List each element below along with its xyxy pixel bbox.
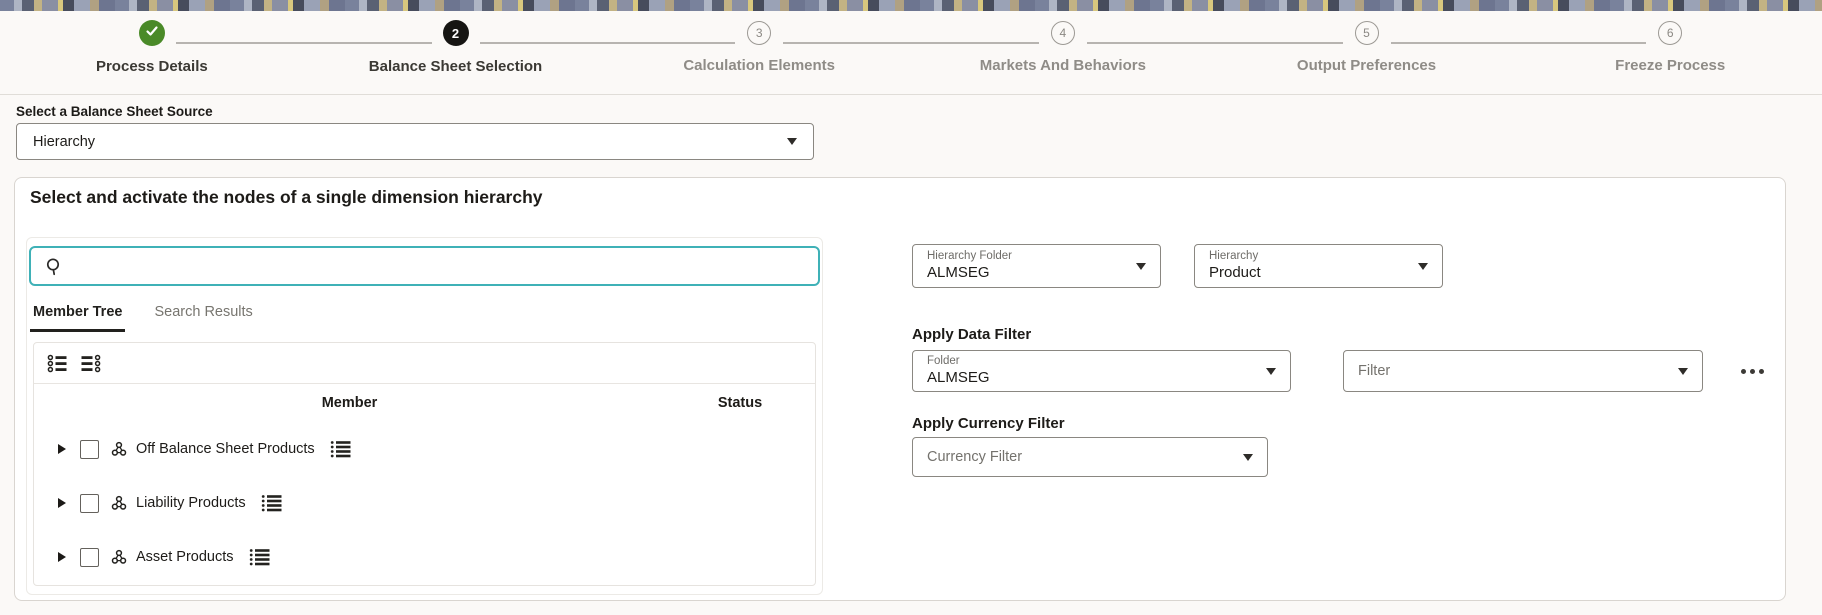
step-pending-circle: 5: [1355, 21, 1379, 45]
row-checkbox[interactable]: [80, 548, 99, 567]
top-banner-image: [0, 0, 1822, 11]
data-filter-folder-select[interactable]: Folder ALMSEG: [912, 350, 1291, 392]
currency-filter-placeholder: Currency Filter: [927, 449, 1022, 465]
step-balance-sheet-selection[interactable]: 2 Balance Sheet Selection: [304, 20, 608, 94]
wizard-stepper: Process Details 2 Balance Sheet Selectio…: [0, 11, 1822, 95]
step-process-details[interactable]: Process Details: [0, 20, 304, 94]
step-label: Process Details: [96, 58, 208, 75]
hierarchy-node-icon: [111, 495, 127, 511]
member-tabs: Member Tree Search Results: [30, 296, 282, 332]
tree-row-label: Off Balance Sheet Products: [136, 441, 315, 457]
step-active-circle: 2: [443, 20, 469, 46]
step-label: Output Preferences: [1297, 57, 1436, 74]
tree-row-label: Liability Products: [136, 495, 246, 511]
triangle-right-icon[interactable]: [58, 498, 66, 508]
step-output-preferences[interactable]: 5 Output Preferences: [1215, 20, 1519, 94]
hierarchy-folder-value: ALMSEG: [927, 264, 1012, 283]
list-bullets-right-icon[interactable]: [80, 353, 101, 374]
column-header-status: Status: [665, 395, 815, 411]
balance-sheet-source-label: Select a Balance Sheet Source: [16, 104, 213, 119]
data-filter-more-actions-button[interactable]: [1727, 356, 1777, 386]
apply-currency-filter-heading: Apply Currency Filter: [912, 415, 1065, 432]
hierarchy-node-icon: [111, 549, 127, 565]
tree-toolbar: [34, 343, 815, 383]
currency-filter-select[interactable]: Currency Filter: [912, 437, 1268, 477]
hierarchy-label: Hierarchy: [1209, 249, 1261, 263]
balance-sheet-source-value: Hierarchy: [33, 134, 95, 150]
step-label: Balance Sheet Selection: [369, 58, 542, 75]
row-checkbox[interactable]: [80, 440, 99, 459]
tree-row[interactable]: Off Balance Sheet Products: [34, 422, 815, 476]
step-number: 4: [1060, 26, 1067, 40]
hierarchy-folder-label: Hierarchy Folder: [927, 249, 1012, 263]
caret-down-icon: [1136, 263, 1146, 270]
hierarchy-select[interactable]: Hierarchy Product: [1194, 244, 1443, 288]
member-search-input[interactable]: [63, 248, 818, 284]
step-number: 3: [756, 26, 763, 40]
triangle-right-icon[interactable]: [58, 552, 66, 562]
member-selector-widget: Member Tree Search Results: [26, 237, 823, 595]
magnifier-icon: [44, 257, 63, 276]
step-label: Markets And Behaviors: [980, 57, 1146, 74]
tab-member-tree[interactable]: Member Tree: [30, 296, 125, 332]
step-completed-circle: [139, 20, 165, 46]
tree-row-label: Asset Products: [136, 549, 234, 565]
hierarchy-value: Product: [1209, 264, 1261, 283]
caret-down-icon: [1266, 368, 1276, 375]
step-label: Calculation Elements: [683, 57, 835, 74]
caret-down-icon: [1243, 454, 1253, 461]
step-pending-circle: 4: [1051, 21, 1075, 45]
list-menu-icon[interactable]: [261, 494, 283, 512]
list-bullets-left-icon[interactable]: [47, 353, 68, 374]
tree-row[interactable]: Liability Products: [34, 476, 815, 530]
row-checkbox[interactable]: [80, 494, 99, 513]
filter-placeholder: Filter: [1358, 363, 1390, 379]
step-markets-and-behaviors[interactable]: 4 Markets And Behaviors: [911, 20, 1215, 94]
list-menu-icon[interactable]: [249, 548, 271, 566]
list-menu-icon[interactable]: [330, 440, 352, 458]
ellipsis-icon: [1741, 369, 1764, 374]
step-calculation-elements[interactable]: 3 Calculation Elements: [607, 20, 911, 94]
step-label: Freeze Process: [1615, 57, 1725, 74]
caret-down-icon: [1418, 263, 1428, 270]
step-pending-circle: 3: [747, 21, 771, 45]
apply-data-filter-heading: Apply Data Filter: [912, 326, 1031, 343]
balance-sheet-selection-panel: Select and activate the nodes of a singl…: [14, 177, 1786, 601]
data-filter-select[interactable]: Filter: [1343, 350, 1703, 392]
member-search-box: [29, 246, 820, 286]
step-freeze-process[interactable]: 6 Freeze Process: [1518, 20, 1822, 94]
step-number: 2: [452, 26, 459, 41]
step-pending-circle: 6: [1658, 21, 1682, 45]
panel-title: Select and activate the nodes of a singl…: [30, 187, 543, 208]
tree-row[interactable]: Asset Products: [34, 530, 815, 584]
step-number: 6: [1667, 26, 1674, 40]
folder-label: Folder: [927, 354, 990, 368]
member-tree-container: Member Status Off Balance Sheet Products: [33, 342, 816, 586]
hierarchy-node-icon: [111, 441, 127, 457]
step-number: 5: [1363, 26, 1370, 40]
tree-header-row: Member Status: [34, 383, 815, 422]
check-icon: [145, 24, 159, 43]
balance-sheet-source-select[interactable]: Hierarchy: [16, 123, 814, 160]
triangle-right-icon[interactable]: [58, 444, 66, 454]
tab-search-results[interactable]: Search Results: [151, 296, 255, 332]
folder-value: ALMSEG: [927, 369, 990, 388]
caret-down-icon: [787, 138, 797, 145]
caret-down-icon: [1678, 368, 1688, 375]
column-header-member: Member: [34, 395, 665, 411]
hierarchy-folder-select[interactable]: Hierarchy Folder ALMSEG: [912, 244, 1161, 288]
